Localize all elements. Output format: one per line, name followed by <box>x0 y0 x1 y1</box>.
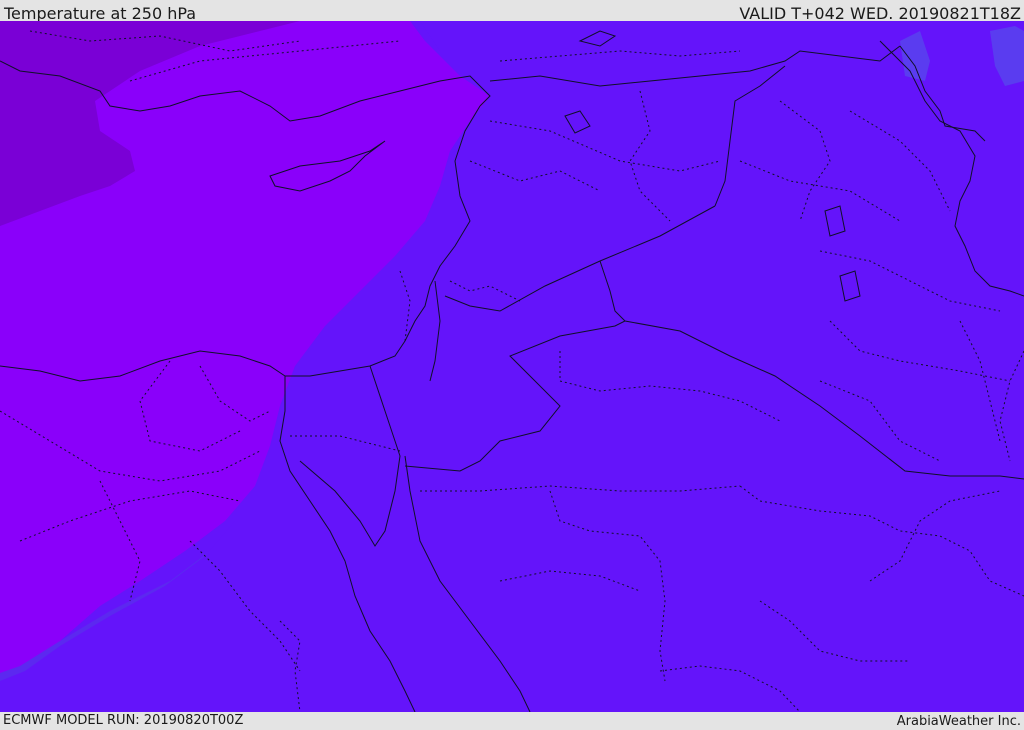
model-run-label: ECMWF MODEL RUN: 20190820T00Z <box>3 713 244 728</box>
credit-label: ArabiaWeather Inc. <box>896 714 1021 729</box>
weather-map[interactable] <box>0 21 1024 712</box>
title-bar: Temperature at 250 hPa VALID T+042 WED. … <box>0 0 1024 23</box>
footer-bar: ECMWF MODEL RUN: 20190820T00Z ArabiaWeat… <box>0 712 1024 729</box>
map-canvas <box>0 21 1024 712</box>
